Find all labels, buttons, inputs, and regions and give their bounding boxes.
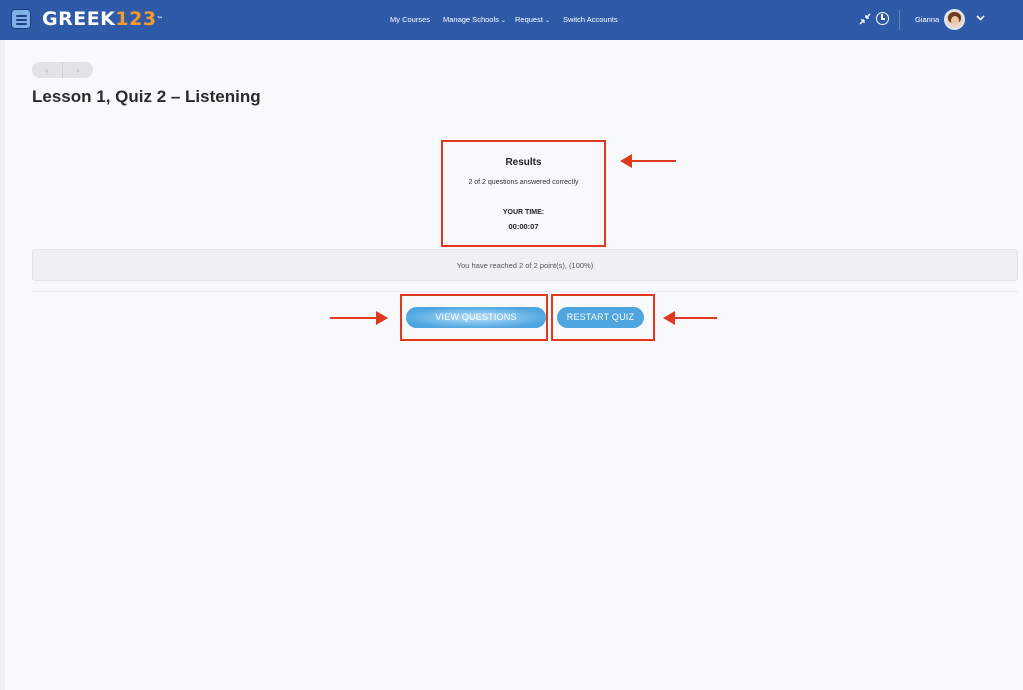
annotation-box-view-questions xyxy=(400,294,548,341)
menu-icon[interactable] xyxy=(11,9,31,29)
annotation-arrow-restart-quiz xyxy=(663,311,717,325)
nav-my-courses[interactable]: My Courses xyxy=(390,14,430,25)
clock-icon[interactable] xyxy=(876,12,889,25)
nav-request[interactable]: Request ⌄ xyxy=(515,14,550,27)
chevron-down-icon: ⌄ xyxy=(544,18,550,24)
annotation-box-results xyxy=(441,140,606,247)
collapse-icon[interactable] xyxy=(859,13,871,25)
divider xyxy=(32,291,1018,292)
avatar[interactable] xyxy=(944,9,965,30)
next-lesson-button[interactable]: › xyxy=(63,62,93,78)
annotation-box-restart-quiz xyxy=(551,294,655,341)
greek123-logo[interactable]: GREEK123™ xyxy=(42,8,163,30)
chevron-down-icon[interactable] xyxy=(976,13,985,22)
sidebar-edge xyxy=(0,40,5,690)
nav-manage-schools[interactable]: Manage Schools ⌄ xyxy=(443,14,506,27)
previous-lesson-button[interactable]: ‹ xyxy=(32,62,63,78)
annotation-arrow-view-questions xyxy=(330,311,388,325)
user-name[interactable]: Gianna xyxy=(915,14,939,25)
header-divider xyxy=(899,10,900,30)
nav-switch-accounts[interactable]: Switch Accounts xyxy=(563,14,618,25)
score-text: You have reached 2 of 2 point(s), (100%) xyxy=(456,261,594,270)
page-title: Lesson 1, Quiz 2 – Listening xyxy=(32,87,261,106)
chevron-down-icon: ⌄ xyxy=(500,18,506,24)
top-navigation-bar: GREEK123™ My Courses Manage Schools ⌄ Req… xyxy=(0,0,1023,40)
annotation-arrow-results xyxy=(620,154,676,168)
lesson-pager: ‹ › xyxy=(32,62,93,78)
score-panel: You have reached 2 of 2 point(s), (100%) xyxy=(32,249,1018,281)
